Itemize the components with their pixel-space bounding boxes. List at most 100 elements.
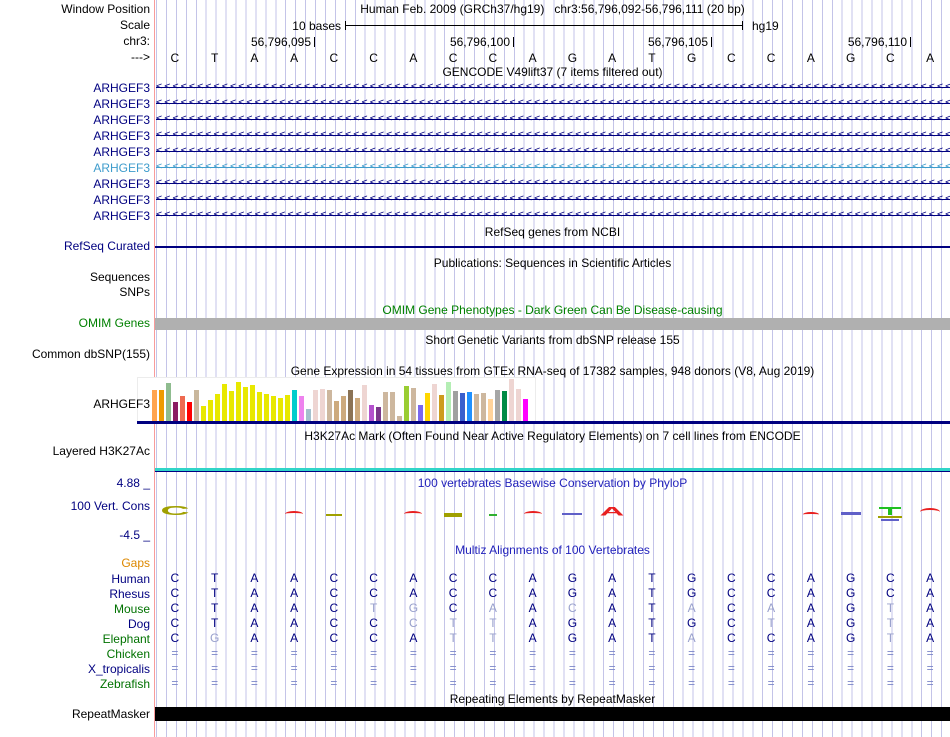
gtex-tissue-bar[interactable]: [488, 399, 493, 422]
gencode-gene-label[interactable]: ARHGEF3: [0, 129, 150, 143]
gtex-tissue-bar[interactable]: [313, 390, 318, 422]
gtex-tissue-bar[interactable]: [474, 394, 479, 422]
gtex-tissue-bar[interactable]: [369, 405, 374, 422]
gtex-tissue-bar[interactable]: [257, 392, 262, 422]
gtex-tissue-bar[interactable]: [383, 392, 388, 422]
gtex-tissue-bar[interactable]: [502, 391, 507, 422]
gencode-transcript[interactable]: <<<<<<<<<<<<<<<<<<<<<<<<<<<<<<<<<<<<<<<<…: [156, 81, 950, 93]
gencode-transcript[interactable]: <<<<<<<<<<<<<<<<<<<<<<<<<<<<<<<<<<<<<<<<…: [156, 129, 950, 141]
multiz-species-label[interactable]: Chicken: [0, 647, 150, 661]
repeatmasker-bar[interactable]: [155, 707, 950, 721]
gtex-tissue-bar[interactable]: [320, 389, 325, 422]
gtex-tissue-bar[interactable]: [376, 407, 381, 422]
gtex-tissue-bar[interactable]: [418, 405, 423, 422]
gtex-tissue-bar[interactable]: [159, 390, 164, 422]
gtex-tissue-bar[interactable]: [390, 392, 395, 422]
multiz-species-label[interactable]: Mouse: [0, 602, 150, 616]
repeatmasker-label[interactable]: RepeatMasker: [0, 708, 150, 721]
gtex-tissue-bar[interactable]: [180, 396, 185, 422]
gtex-tissue-bar[interactable]: [516, 389, 521, 422]
layered-h3k27ac-label[interactable]: Layered H3K27Ac: [0, 445, 150, 458]
gtex-tissue-bar[interactable]: [229, 391, 234, 422]
refseq-gene-line[interactable]: [155, 246, 950, 248]
gencode-gene-label[interactable]: ARHGEF3: [0, 209, 150, 223]
multiz-species-label[interactable]: Zebrafish: [0, 677, 150, 691]
multiz-sequence-row[interactable]: CTAACTGCAACATACAAGTA: [155, 601, 950, 615]
gencode-gene-label[interactable]: ARHGEF3: [0, 113, 150, 127]
gtex-tissue-bar[interactable]: [523, 399, 528, 422]
gtex-tissue-bar[interactable]: [201, 406, 206, 422]
sequences-label[interactable]: Sequences: [0, 271, 150, 284]
multiz-species-label[interactable]: Rhesus: [0, 587, 150, 601]
gtex-tissue-bar[interactable]: [327, 390, 332, 422]
multiz-sequence-row[interactable]: = = = = = = = = = = = = = = = = = = = =: [155, 676, 950, 690]
gtex-tissue-bar[interactable]: [432, 384, 437, 422]
multiz-species-label[interactable]: Elephant: [0, 632, 150, 646]
gtex-tissue-bar[interactable]: [355, 398, 360, 422]
gtex-tissue-bar[interactable]: [411, 388, 416, 422]
common-dbsnp-label[interactable]: Common dbSNP(155): [0, 348, 150, 361]
multiz-species-label[interactable]: Dog: [0, 617, 150, 631]
gtex-tissue-bar[interactable]: [481, 393, 486, 422]
gencode-gene-label[interactable]: ARHGEF3: [0, 145, 150, 159]
gtex-tissue-bar[interactable]: [341, 396, 346, 422]
gtex-tissue-bar[interactable]: [264, 394, 269, 422]
gtex-tissue-bar[interactable]: [446, 382, 451, 422]
multiz-sequence-row[interactable]: CTAACCACCAGATGCCAGCA: [155, 586, 950, 600]
gtex-tissue-bar[interactable]: [425, 393, 430, 422]
gtex-tissue-bar[interactable]: [460, 393, 465, 422]
gtex-tissue-bar[interactable]: [152, 390, 157, 422]
gtex-tissue-bar[interactable]: [194, 390, 199, 422]
gencode-gene-label[interactable]: ARHGEF3: [0, 81, 150, 95]
gtex-tissue-bar[interactable]: [222, 384, 227, 422]
gtex-tissue-bar[interactable]: [453, 391, 458, 422]
omim-genes-label[interactable]: OMIM Genes: [0, 317, 150, 330]
multiz-species-label[interactable]: X_tropicalis: [0, 662, 150, 676]
gtex-tissue-bar[interactable]: [215, 394, 220, 422]
gtex-tissue-bar[interactable]: [404, 386, 409, 422]
gtex-tissue-bar[interactable]: [334, 401, 339, 422]
gtex-tissue-bar[interactable]: [495, 390, 500, 422]
gtex-tissue-bar[interactable]: [292, 390, 297, 422]
multiz-sequence-row[interactable]: = = = = = = = = = = = = = = = = = = = =: [155, 661, 950, 675]
phylop-track-label[interactable]: 100 Vert. Cons: [0, 500, 150, 513]
gtex-tissue-bar[interactable]: [467, 392, 472, 422]
gtex-tissue-bar[interactable]: [250, 385, 255, 422]
snps-label[interactable]: SNPs: [0, 286, 150, 299]
gencode-transcript[interactable]: <<<<<<<<<<<<<<<<<<<<<<<<<<<<<<<<<<<<<<<<…: [156, 161, 950, 173]
gtex-tissue-bar[interactable]: [348, 390, 353, 422]
gtex-tissue-bar[interactable]: [243, 387, 248, 422]
multiz-sequence-row[interactable]: = = = = = = = = = = = = = = = = = = = =: [155, 646, 950, 660]
gaps-label[interactable]: Gaps: [0, 557, 150, 570]
multiz-sequence-row[interactable]: CGAACCATTAGATACCAGTA: [155, 631, 950, 645]
gtex-tissue-bar[interactable]: [362, 385, 367, 422]
gtex-gene-label[interactable]: ARHGEF3: [0, 398, 150, 411]
gtex-tissue-bar[interactable]: [173, 402, 178, 422]
gtex-tissue-bar[interactable]: [285, 395, 290, 422]
gtex-tissue-bar[interactable]: [299, 396, 304, 422]
gencode-gene-label[interactable]: ARHGEF3: [0, 161, 150, 175]
gtex-tissue-bar[interactable]: [236, 382, 241, 422]
multiz-sequence-row[interactable]: CTAACCCTTAGATGCTAGTA: [155, 616, 950, 630]
gencode-transcript[interactable]: <<<<<<<<<<<<<<<<<<<<<<<<<<<<<<<<<<<<<<<<…: [156, 113, 950, 125]
multiz-species-label[interactable]: Human: [0, 572, 150, 586]
gencode-gene-label[interactable]: ARHGEF3: [0, 193, 150, 207]
gencode-transcript[interactable]: <<<<<<<<<<<<<<<<<<<<<<<<<<<<<<<<<<<<<<<<…: [156, 209, 950, 221]
gencode-transcript[interactable]: <<<<<<<<<<<<<<<<<<<<<<<<<<<<<<<<<<<<<<<<…: [156, 177, 950, 189]
gtex-tissue-bar[interactable]: [278, 398, 283, 422]
omim-gene-bar[interactable]: [155, 318, 950, 330]
gencode-gene-label[interactable]: ARHGEF3: [0, 177, 150, 191]
gtex-tissue-bar[interactable]: [187, 402, 192, 422]
gtex-tissue-bar[interactable]: [166, 383, 171, 422]
gencode-transcript[interactable]: <<<<<<<<<<<<<<<<<<<<<<<<<<<<<<<<<<<<<<<<…: [156, 145, 950, 157]
gtex-expression-chart[interactable]: [137, 377, 536, 423]
gtex-tissue-bar[interactable]: [271, 396, 276, 422]
refseq-curated-label[interactable]: RefSeq Curated: [0, 240, 150, 253]
gencode-transcript[interactable]: <<<<<<<<<<<<<<<<<<<<<<<<<<<<<<<<<<<<<<<<…: [156, 97, 950, 109]
multiz-sequence-row[interactable]: CTAACCACCAGATGCCAGCA: [155, 571, 950, 585]
gtex-tissue-bar[interactable]: [208, 400, 213, 422]
gtex-tissue-bar[interactable]: [509, 379, 514, 422]
gtex-tissue-bar[interactable]: [439, 395, 444, 422]
gencode-transcript[interactable]: <<<<<<<<<<<<<<<<<<<<<<<<<<<<<<<<<<<<<<<<…: [156, 193, 950, 205]
gencode-gene-label[interactable]: ARHGEF3: [0, 97, 150, 111]
